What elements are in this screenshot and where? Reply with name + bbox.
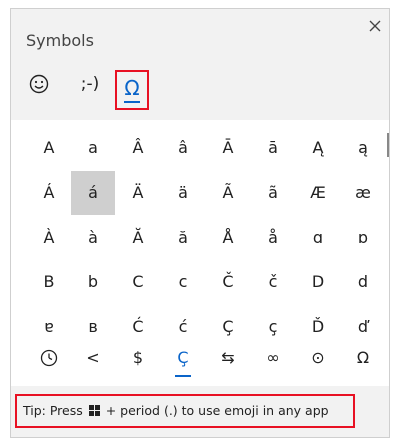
symbol-cell[interactable]: â [161, 126, 205, 170]
symbol-cell[interactable]: å [251, 216, 295, 260]
omega-tab-label: Ω [124, 76, 140, 100]
category-math[interactable]: ∞ [251, 340, 295, 380]
symbol-cell[interactable]: c [161, 260, 205, 304]
symbol-cell[interactable]: a [71, 126, 115, 170]
panel-header: Symbols ;-) Ω [11, 9, 389, 120]
category-latin[interactable]: Ç [161, 340, 205, 380]
symbol-cell[interactable]: d [341, 260, 385, 304]
symbol-cell[interactable]: ā [251, 126, 295, 170]
active-tab-indicator [124, 101, 140, 103]
panel-title: Symbols [26, 31, 94, 50]
symbol-cell[interactable]: č [251, 260, 295, 304]
symbol-cell[interactable]: Ã [206, 171, 250, 215]
tab-symbols[interactable]: Ω [115, 70, 149, 110]
symbol-cell[interactable]: ɑ [296, 216, 340, 260]
symbol-cell[interactable]: Á [27, 171, 71, 215]
category-label: Ç [177, 348, 189, 367]
tip-prefix: Tip: Press [23, 403, 83, 418]
scrollbar-thumb[interactable] [387, 133, 389, 157]
symbol-cell[interactable]: À [27, 216, 71, 260]
category-label: Ω [356, 348, 370, 367]
category-label: ⇆ [221, 348, 235, 367]
category-currency[interactable]: $ [116, 340, 160, 380]
windows-key-icon [88, 405, 100, 416]
close-icon[interactable] [364, 15, 386, 37]
tip-message: Tip: Press + period (.) to use emoji in … [15, 394, 355, 428]
symbol-cell[interactable]: ă [161, 216, 205, 260]
category-bar: < $ Ç ⇆ ∞ ⊙ Ω [16, 340, 371, 386]
panel-footer: Tip: Press + period (.) to use emoji in … [11, 386, 389, 437]
tip-suffix: + period (.) to use emoji in any app [105, 403, 329, 418]
symbol-cell[interactable]: ã [251, 171, 295, 215]
clock-icon [40, 349, 58, 367]
symbol-cell[interactable]: æ [341, 171, 385, 215]
symbol-cell[interactable]: D [296, 260, 340, 304]
symbol-cell[interactable]: ɒ [341, 216, 385, 260]
symbol-cell[interactable]: Â [116, 126, 160, 170]
category-label: ∞ [266, 348, 280, 367]
symbol-cell[interactable]: Å [206, 216, 250, 260]
category-punctuation[interactable]: < [71, 340, 115, 380]
symbol-cell[interactable]: à [71, 216, 115, 260]
category-label: ⊙ [311, 348, 325, 367]
symbol-cell[interactable]: Æ [296, 171, 340, 215]
category-history[interactable] [27, 340, 71, 380]
category-geometric[interactable]: ⇆ [206, 340, 250, 380]
symbols-panel: Symbols ;-) Ω AaÂâĀāĄąÁáÄäÃãÆæÀàĂăÅåɑɒBb… [10, 8, 390, 438]
tab-kaomoji[interactable]: ;-) [71, 71, 109, 111]
symbol-cell[interactable]: á [71, 171, 115, 215]
symbol-cell[interactable]: b [71, 260, 115, 304]
symbol-cell[interactable]: A [27, 126, 71, 170]
symbol-cell[interactable]: C [116, 260, 160, 304]
tab-emoji[interactable] [26, 71, 56, 111]
symbol-cell[interactable]: ä [161, 171, 205, 215]
symbol-cell[interactable]: Ą [296, 126, 340, 170]
category-label: $ [132, 348, 144, 367]
symbol-cell[interactable]: Ā [206, 126, 250, 170]
category-supplemental[interactable]: ⊙ [296, 340, 340, 380]
symbol-cell[interactable]: B [27, 260, 71, 304]
category-label: < [86, 348, 100, 367]
category-language[interactable]: Ω [341, 340, 385, 380]
active-category-indicator [175, 375, 191, 377]
symbol-cell[interactable]: Č [206, 260, 250, 304]
smiley-icon [29, 74, 49, 94]
symbol-grid: AaÂâĀāĄąÁáÄäÃãÆæÀàĂăÅåɑɒBbCcČčDdɐʙĆćÇçĎď [16, 120, 371, 344]
symbol-cell[interactable]: ą [341, 126, 385, 170]
symbol-cell[interactable]: Ä [116, 171, 160, 215]
symbol-cell[interactable]: Ă [116, 216, 160, 260]
